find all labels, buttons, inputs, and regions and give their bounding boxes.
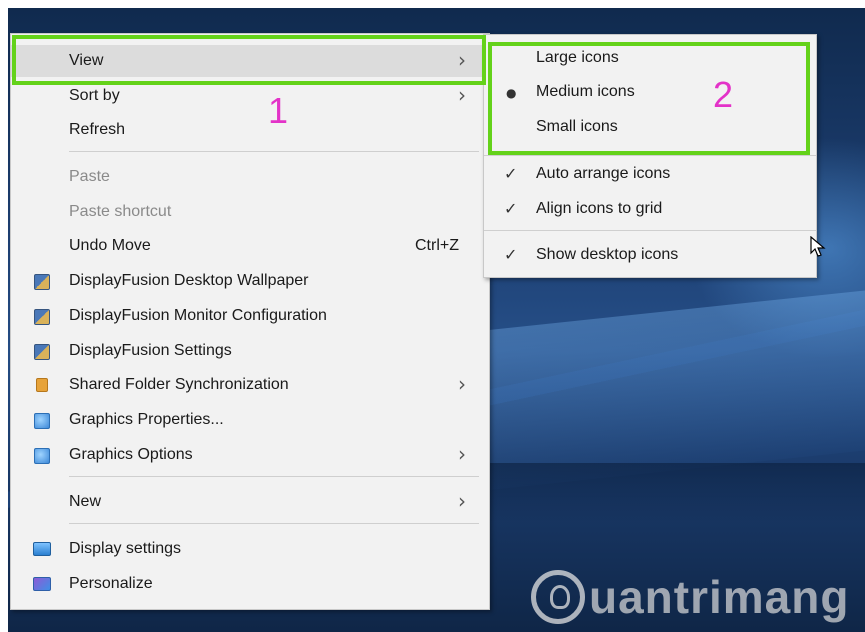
menu-item-label: Undo Move xyxy=(69,237,151,254)
graphics-icon xyxy=(34,413,50,429)
chevron-right-icon: › xyxy=(458,372,466,396)
chevron-right-icon: › xyxy=(458,442,466,466)
annotation-number-1: 1 xyxy=(268,90,289,131)
menu-item-new[interactable]: New › xyxy=(11,486,489,518)
menu-item-label: Paste shortcut xyxy=(69,203,172,220)
menu-item-label: Shared Folder Synchronization xyxy=(69,376,289,393)
annotation-highlight-icon-sizes xyxy=(488,42,810,155)
chevron-right-icon: › xyxy=(458,83,466,107)
shared-folder-icon xyxy=(36,378,48,392)
displayfusion-icon xyxy=(34,344,50,360)
graphics-icon xyxy=(34,448,50,464)
shortcut-label: Ctrl+Z xyxy=(415,237,459,254)
menu-separator xyxy=(484,230,816,231)
display-settings-icon xyxy=(33,542,51,556)
menu-item-undo-move[interactable]: Undo Move Ctrl+Z xyxy=(11,230,489,262)
submenu-item-label: Show desktop icons xyxy=(536,246,679,263)
menu-item-label: Display settings xyxy=(69,540,182,557)
menu-item-label: New xyxy=(69,493,102,510)
menu-item-label: DisplayFusion Settings xyxy=(69,342,232,359)
menu-separator xyxy=(69,523,479,524)
menu-item-label: Paste xyxy=(69,168,110,185)
menu-separator xyxy=(484,155,816,156)
lightbulb-logo-icon xyxy=(531,570,585,624)
menu-item-label: Refresh xyxy=(69,121,126,138)
checkmark-icon: ✓ xyxy=(504,199,518,218)
menu-item-displayfusion-monitor[interactable]: DisplayFusion Monitor Configuration xyxy=(11,300,489,332)
menu-item-label: Graphics Properties... xyxy=(69,411,224,428)
wallpaper-light-beam xyxy=(488,285,865,491)
menu-item-label: DisplayFusion Monitor Configuration xyxy=(69,307,327,324)
menu-item-label: DisplayFusion Desktop Wallpaper xyxy=(69,272,309,289)
menu-item-paste-shortcut: Paste shortcut xyxy=(11,196,489,228)
menu-item-graphics-properties[interactable]: Graphics Properties... xyxy=(11,404,489,436)
menu-item-label: Graphics Options xyxy=(69,446,193,463)
checkmark-icon: ✓ xyxy=(504,164,518,183)
annotation-number-2: 2 xyxy=(713,74,734,115)
menu-item-paste: Paste xyxy=(11,161,489,193)
menu-item-graphics-options[interactable]: Graphics Options › xyxy=(11,439,489,471)
submenu-item-align-to-grid[interactable]: ✓ Align icons to grid xyxy=(484,194,816,226)
submenu-item-label: Align icons to grid xyxy=(536,200,663,217)
submenu-item-label: Auto arrange icons xyxy=(536,165,671,182)
displayfusion-icon xyxy=(34,274,50,290)
displayfusion-icon xyxy=(34,309,50,325)
desktop-context-menu: View › Sort by › Refresh Paste Paste sho… xyxy=(10,33,490,610)
menu-item-shared-folder-sync[interactable]: Shared Folder Synchronization › xyxy=(11,369,489,401)
chevron-right-icon: › xyxy=(458,489,466,513)
submenu-item-auto-arrange[interactable]: ✓ Auto arrange icons xyxy=(484,159,816,191)
menu-item-label: Sort by xyxy=(69,87,120,104)
menu-item-refresh[interactable]: Refresh xyxy=(11,114,489,146)
annotation-highlight-view xyxy=(12,35,486,85)
menu-separator xyxy=(69,151,479,152)
menu-item-display-settings[interactable]: Display settings xyxy=(11,533,489,565)
menu-item-label: Personalize xyxy=(69,575,153,592)
watermark-text: uantrimang xyxy=(589,571,850,623)
submenu-item-show-desktop-icons[interactable]: ✓ Show desktop icons xyxy=(484,240,816,272)
menu-item-displayfusion-settings[interactable]: DisplayFusion Settings xyxy=(11,335,489,367)
menu-item-personalize[interactable]: Personalize xyxy=(11,568,489,600)
watermark: uantrimang xyxy=(525,560,865,632)
personalize-icon xyxy=(33,577,51,591)
menu-item-displayfusion-wallpaper[interactable]: DisplayFusion Desktop Wallpaper xyxy=(11,265,489,297)
menu-separator xyxy=(69,476,479,477)
wallpaper-shadow xyxy=(488,463,865,523)
checkmark-icon: ✓ xyxy=(504,245,518,264)
mouse-cursor-icon xyxy=(810,236,826,257)
